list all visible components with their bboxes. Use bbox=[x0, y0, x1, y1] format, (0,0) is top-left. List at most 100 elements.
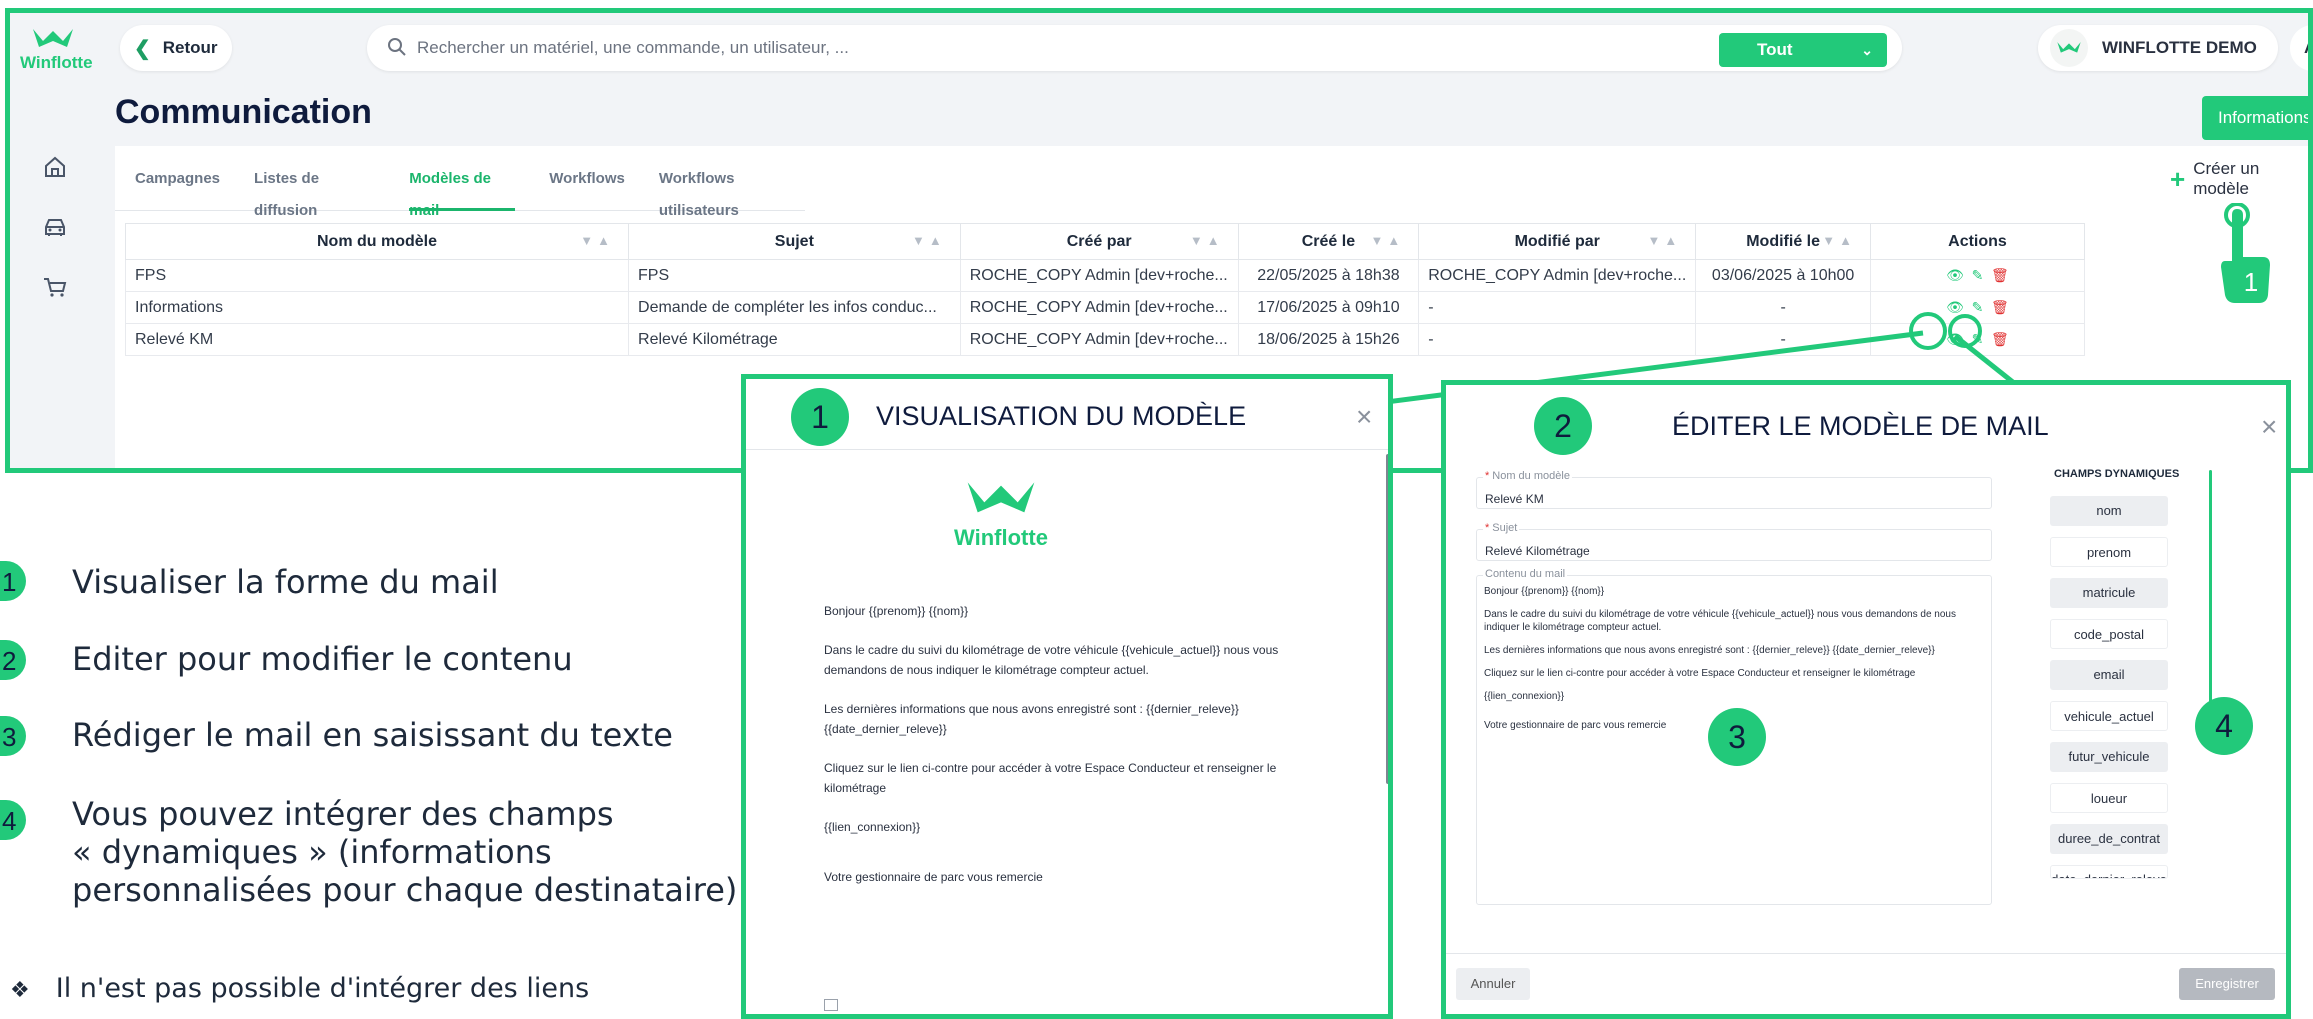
name-field[interactable]: * Nom du modèle Relevé KM bbox=[1476, 470, 1992, 509]
winflotte-logo[interactable]: Winflotte bbox=[20, 27, 93, 73]
filter-sort-icon[interactable]: ▼▲ bbox=[1648, 233, 1682, 248]
filter-sort-icon[interactable]: ▼▲ bbox=[912, 233, 946, 248]
cell-cree-par: ROCHE_COPY Admin [dev+roche... bbox=[959, 291, 1239, 324]
cart-icon[interactable] bbox=[40, 275, 70, 305]
view-icon[interactable]: 👁 bbox=[1946, 299, 1964, 316]
account-logo-icon bbox=[2050, 29, 2088, 67]
dynamic-field-date-dernier-releve[interactable]: date_dernier_releve bbox=[2050, 865, 2168, 879]
cell-actions: 👁 ✎ 🗑 bbox=[1869, 323, 2086, 356]
account-name: WINFLOTTE DEMO bbox=[2102, 38, 2257, 57]
callout-number-2: 2 bbox=[1534, 397, 1592, 455]
dynamic-field-prenom[interactable]: prenom bbox=[2050, 537, 2168, 567]
mail-preview-body: Bonjour {{prenom}} {{nom}} Dans le cadre… bbox=[824, 601, 1324, 906]
col-header-cree-le[interactable]: Créé le ▼▲ bbox=[1237, 223, 1420, 260]
close-icon[interactable]: × bbox=[2261, 411, 2277, 443]
dynamic-field-nom[interactable]: nom bbox=[2050, 496, 2168, 526]
legend-text-3: Rédiger le mail en saisissant du texte bbox=[72, 716, 673, 754]
cell-actions: 👁 ✎ 🗑 bbox=[1869, 259, 2086, 292]
filter-sort-icon[interactable]: ▼▲ bbox=[1822, 233, 1856, 248]
car-icon[interactable] bbox=[40, 215, 70, 245]
dynamic-field-loueur[interactable]: loueur bbox=[2050, 783, 2168, 813]
save-button[interactable]: Enregistrer bbox=[2179, 968, 2275, 1000]
col-header-cree-par[interactable]: Créé par ▼▲ bbox=[959, 223, 1239, 260]
filter-sort-icon[interactable]: ▼▲ bbox=[580, 233, 614, 248]
table-row[interactable]: Informations Demande de compléter les in… bbox=[124, 291, 2086, 324]
logo-text: Winflotte bbox=[954, 525, 1048, 550]
view-icon[interactable]: 👁 bbox=[1946, 267, 1964, 284]
table-row[interactable]: Relevé KM Relevé Kilométrage ROCHE_COPY … bbox=[124, 323, 2086, 356]
cell-modifie-par: ROCHE_COPY Admin [dev+roche... bbox=[1418, 259, 1697, 292]
mail-paragraph: Votre gestionnaire de parc vous remercie bbox=[824, 870, 1043, 884]
note-bullet: ❖ bbox=[10, 978, 30, 1003]
edit-icon[interactable]: ✎ bbox=[1968, 267, 1986, 284]
logo-text: Winflotte bbox=[20, 53, 93, 72]
col-header-modifie-le[interactable]: Modifié le ▼▲ bbox=[1695, 223, 1871, 260]
col-header-modifie-par[interactable]: Modifié par ▼▲ bbox=[1418, 223, 1697, 260]
content-field-label: Contenu du mail bbox=[1483, 568, 1568, 580]
mail-paragraph: Dans le cadre du suivi du kilométrage de… bbox=[1484, 609, 1956, 633]
informations-button[interactable]: Informations bbox=[2202, 96, 2308, 140]
search-scope-value: Tout bbox=[1757, 40, 1793, 59]
back-label: Retour bbox=[162, 38, 218, 57]
dynamic-field-futur-vehicule[interactable]: futur_vehicule bbox=[2050, 742, 2168, 772]
col-header-sujet[interactable]: Sujet ▼▲ bbox=[628, 223, 961, 260]
tab-campagnes[interactable]: Campagnes bbox=[135, 163, 220, 211]
create-model-label: Créer un modèle bbox=[2193, 159, 2260, 198]
delete-icon[interactable]: 🗑 bbox=[1991, 331, 2009, 348]
preview-modal-title: VISUALISATION DU MODÈLE bbox=[876, 401, 1247, 431]
col-header-nom[interactable]: Nom du modèle ▼▲ bbox=[124, 223, 630, 260]
create-model-button[interactable]: + Créer un modèle bbox=[2160, 159, 2308, 199]
dynamic-field-duree-de-contrat[interactable]: duree_de_contrat bbox=[2050, 824, 2168, 854]
mail-paragraph: Les dernières informations que nous avon… bbox=[824, 702, 1239, 736]
home-icon[interactable] bbox=[40, 155, 70, 185]
models-table: Nom du modèle ▼▲ Sujet ▼▲ Créé par ▼▲ Créé … bbox=[124, 223, 2086, 356]
subject-field-label: * Sujet bbox=[1483, 522, 1520, 534]
legend-number-2: 2 bbox=[0, 640, 26, 680]
dynamic-field-vehicule-actuel[interactable]: vehicule_actuel bbox=[2050, 701, 2168, 731]
dynamic-field-matricule[interactable]: matricule bbox=[2050, 578, 2168, 608]
mail-paragraph: Cliquez sur le lien ci-contre pour accéd… bbox=[1484, 668, 1916, 679]
tab-modeles-de-mail[interactable]: Modèles de mail bbox=[409, 163, 516, 219]
tab-workflows[interactable]: Workflows bbox=[549, 163, 625, 211]
cell-sujet: FPS bbox=[628, 259, 961, 292]
mail-paragraph: {{lien_connexion}} bbox=[1484, 691, 1565, 702]
cell-modifie-le: - bbox=[1695, 323, 1871, 356]
cell-sujet: Relevé Kilométrage bbox=[628, 323, 961, 356]
filter-sort-icon[interactable]: ▼▲ bbox=[1190, 233, 1224, 248]
view-icon[interactable]: 👁 bbox=[1946, 331, 1964, 348]
scrollbar[interactable] bbox=[1386, 454, 1388, 784]
cell-cree-le: 17/06/2025 à 09h10 bbox=[1237, 291, 1420, 324]
edit-icon[interactable]: ✎ bbox=[1968, 331, 1986, 348]
preview-modal: 1 VISUALISATION DU MODÈLE × Winflotte Bo… bbox=[741, 374, 1393, 1019]
back-button[interactable]: ❮ Retour bbox=[120, 25, 232, 71]
legend-number-3: 3 bbox=[0, 716, 26, 756]
cell-cree-le: 22/05/2025 à 18h38 bbox=[1237, 259, 1420, 292]
tab-bar: Campagnes Listes de diffusion Modèles de… bbox=[115, 163, 805, 219]
hand-number: 1 bbox=[2244, 267, 2258, 297]
filter-sort-icon[interactable]: ▼▲ bbox=[1370, 233, 1404, 248]
user-avatar[interactable]: AR bbox=[2290, 25, 2308, 71]
dynamic-field-email[interactable]: email bbox=[2050, 660, 2168, 690]
subject-field[interactable]: * Sujet Relevé Kilométrage bbox=[1476, 522, 1992, 561]
dynamic-fields-scrollbar[interactable] bbox=[2209, 470, 2212, 735]
page-title: Communication bbox=[115, 93, 372, 131]
mail-paragraph: Bonjour {{prenom}} {{nom}} bbox=[1484, 586, 1605, 597]
subject-field-value: Relevé Kilométrage bbox=[1485, 544, 1590, 558]
cell-modifie-par: - bbox=[1418, 323, 1697, 356]
delete-icon[interactable]: 🗑 bbox=[1991, 299, 2009, 316]
cancel-button[interactable]: Annuler bbox=[1456, 968, 1530, 1000]
close-icon[interactable]: × bbox=[1356, 401, 1372, 433]
search-icon bbox=[388, 38, 406, 56]
callout-number-4: 4 bbox=[2195, 697, 2253, 755]
search-input[interactable] bbox=[417, 25, 1717, 71]
account-switcher[interactable]: WINFLOTTE DEMO bbox=[2038, 25, 2278, 71]
delete-icon[interactable]: 🗑 bbox=[1991, 267, 2009, 284]
edit-icon[interactable]: ✎ bbox=[1968, 299, 1986, 316]
table-row[interactable]: FPS FPS ROCHE_COPY Admin [dev+roche... 2… bbox=[124, 259, 2086, 292]
dynamic-field-code-postal[interactable]: code_postal bbox=[2050, 619, 2168, 649]
tab-listes-de-diffusion[interactable]: Listes de diffusion bbox=[254, 163, 375, 219]
winflotte-logo: Winflotte bbox=[941, 479, 1061, 551]
tab-workflows-utilisateurs[interactable]: Workflows utilisateurs bbox=[659, 163, 805, 219]
search-scope-select[interactable]: Tout ⌄ bbox=[1719, 33, 1887, 67]
edit-modal-title: ÉDITER LE MODÈLE DE MAIL bbox=[1672, 411, 2049, 441]
